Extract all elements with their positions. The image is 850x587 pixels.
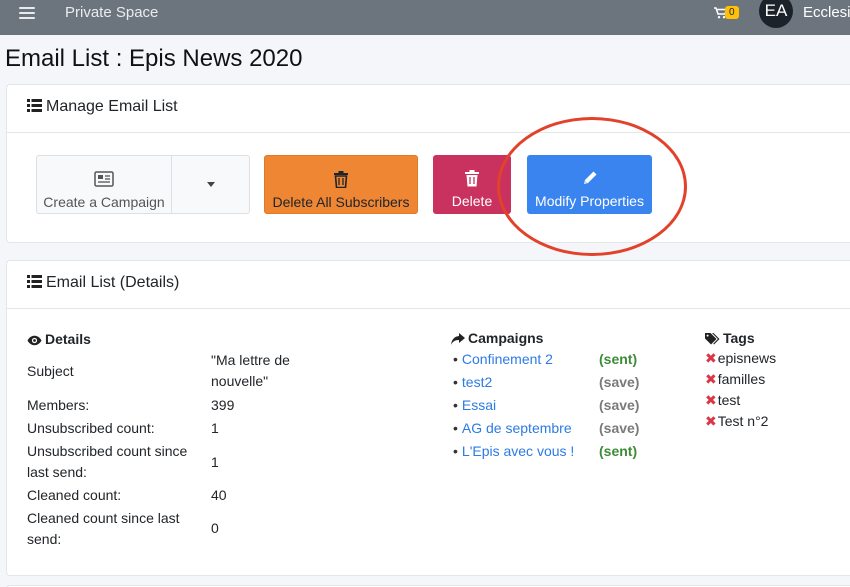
cleaned-count-label: Cleaned count: bbox=[27, 487, 122, 503]
campaigns-heading: Campaigns bbox=[451, 330, 543, 346]
user-name[interactable]: Ecclesia bbox=[803, 4, 850, 21]
eye-icon bbox=[27, 335, 42, 346]
card-title: Manage Email List bbox=[27, 98, 178, 116]
tag-item: ✖test bbox=[705, 392, 741, 408]
campaign-link[interactable]: AG de septembre bbox=[462, 420, 572, 436]
subject-label: Subject bbox=[27, 363, 74, 379]
delete-all-subscribers-label: Delete All Subscribers bbox=[272, 194, 410, 210]
details-heading: Details bbox=[27, 331, 91, 347]
tag-item: ✖Test n°2 bbox=[705, 413, 769, 429]
cleaned-count-value: 40 bbox=[211, 487, 227, 503]
share-arrow-icon bbox=[451, 333, 465, 345]
card-title: Email List (Details) bbox=[27, 274, 179, 292]
create-campaign-dropdown-toggle[interactable] bbox=[172, 156, 249, 213]
avatar[interactable]: EA bbox=[759, 0, 793, 28]
remove-tag-icon[interactable]: ✖ bbox=[705, 392, 717, 408]
newspaper-icon bbox=[37, 171, 171, 189]
caret-down-icon bbox=[207, 182, 215, 187]
members-value: 399 bbox=[211, 397, 235, 413]
tags-heading: Tags bbox=[705, 330, 755, 346]
cleaned-since-label: Cleaned count since last send: bbox=[27, 510, 180, 547]
card-header: Manage Email List bbox=[7, 85, 850, 133]
page-title: Email List : Epis News 2020 bbox=[5, 45, 303, 72]
top-navbar: Private Space 0 EA Ecclesia bbox=[0, 0, 850, 35]
unsubscribed-since-value: 1 bbox=[211, 454, 219, 470]
campaign-item: • L'Epis avec vous ! (sent) bbox=[453, 443, 638, 459]
unsubscribed-count-value: 1 bbox=[211, 420, 219, 436]
tags-icon bbox=[705, 333, 720, 345]
delete-all-subscribers-button[interactable]: Delete All Subscribers bbox=[264, 155, 418, 214]
campaign-status: (sent) bbox=[599, 351, 638, 367]
unsubscribed-count-label: Unsubscribed count: bbox=[27, 420, 155, 436]
create-campaign-split-button: Create a Campaign bbox=[36, 155, 250, 214]
campaign-item: • test2 (save) bbox=[453, 374, 640, 390]
cleaned-since-value: 0 bbox=[211, 520, 219, 536]
campaign-status: (sent) bbox=[599, 443, 638, 459]
remove-tag-icon[interactable]: ✖ bbox=[705, 350, 717, 366]
list-icon bbox=[27, 275, 42, 288]
campaign-link[interactable]: L'Epis avec vous ! bbox=[462, 443, 574, 459]
list-icon bbox=[27, 99, 42, 112]
campaign-status: (save) bbox=[599, 374, 640, 390]
members-label: Members: bbox=[27, 397, 90, 413]
annotation-circle bbox=[497, 117, 687, 256]
campaign-item: • Essai (save) bbox=[453, 397, 640, 413]
card-header: Email List (Details) bbox=[7, 261, 850, 309]
remove-tag-icon[interactable]: ✖ bbox=[705, 413, 717, 429]
campaign-item: • AG de septembre (save) bbox=[453, 420, 640, 436]
create-campaign-label: Create a Campaign bbox=[43, 194, 165, 210]
campaign-link[interactable]: Essai bbox=[462, 397, 496, 413]
brand-link[interactable]: Private Space bbox=[65, 4, 158, 21]
tag-item: ✖familles bbox=[705, 371, 766, 387]
cart-count-badge: 0 bbox=[725, 6, 739, 19]
remove-tag-icon[interactable]: ✖ bbox=[705, 371, 717, 387]
campaign-status: (save) bbox=[599, 420, 640, 436]
unsubscribed-since-label: Unsubscribed count since last send: bbox=[27, 443, 188, 480]
email-list-details-card: Email List (Details) Details Subject "Ma… bbox=[6, 260, 850, 576]
cart-button[interactable]: 0 bbox=[714, 5, 742, 21]
manage-email-list-card: Manage Email List Create a Campaign Dele… bbox=[6, 84, 850, 243]
campaign-item: • Confinement 2 (sent) bbox=[453, 351, 638, 367]
menu-toggle-icon[interactable] bbox=[19, 7, 35, 21]
create-campaign-button[interactable]: Create a Campaign bbox=[37, 156, 172, 213]
subject-value: "Ma lettre de nouvelle" bbox=[211, 352, 290, 389]
tag-item: ✖episnews bbox=[705, 350, 777, 366]
campaign-link[interactable]: test2 bbox=[462, 374, 492, 390]
card-title-text: Email List (Details) bbox=[46, 274, 180, 291]
card-title-text: Manage Email List bbox=[46, 98, 178, 115]
campaign-status: (save) bbox=[599, 397, 640, 413]
trash-icon bbox=[265, 171, 417, 189]
campaign-link[interactable]: Confinement 2 bbox=[462, 351, 553, 367]
